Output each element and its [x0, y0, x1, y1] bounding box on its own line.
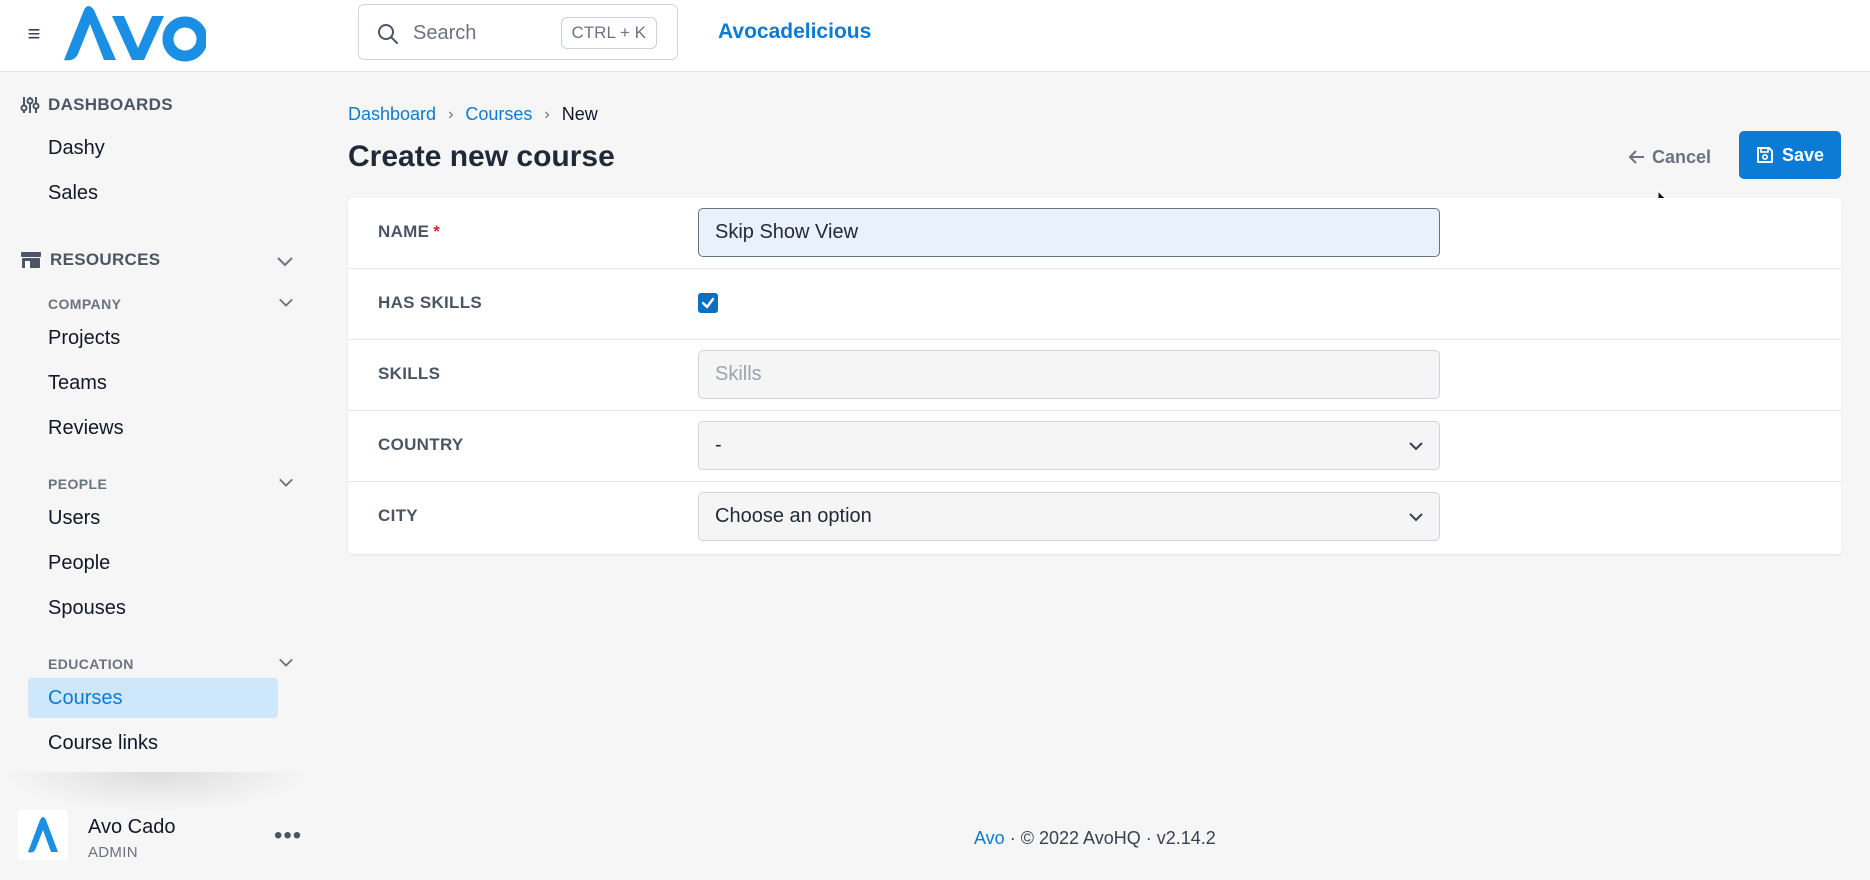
sidebar-item-teams[interactable]: Teams — [28, 363, 278, 403]
sidebar-divider-shadow — [0, 772, 310, 812]
breadcrumb-separator-icon: › — [448, 105, 454, 123]
page-title: Create new course — [348, 140, 615, 173]
country-select[interactable]: - — [698, 421, 1440, 470]
chevron-down-icon[interactable] — [278, 654, 294, 670]
footer-text: · © 2022 AvoHQ · v2.14.2 — [1004, 828, 1216, 848]
user-role: ADMIN — [88, 844, 138, 861]
country-label: COUNTRY — [378, 435, 464, 454]
dashboards-section-header: DASHBOARDS — [20, 92, 173, 118]
name-label: NAME * — [378, 222, 441, 241]
sidebar-item-reviews[interactable]: Reviews — [28, 408, 278, 448]
resources-section-header[interactable]: RESOURCES — [20, 247, 160, 273]
resources-label: RESOURCES — [50, 250, 161, 269]
skills-input[interactable]: Skills — [698, 350, 1440, 399]
breadcrumb-courses-link[interactable]: Courses — [465, 104, 532, 125]
chevron-down-icon[interactable] — [276, 252, 294, 270]
footer: Avo · © 2022 AvoHQ · v2.14.2 — [974, 828, 1216, 849]
chevron-down-icon[interactable] — [278, 474, 294, 490]
group-education-header: EDUCATION — [48, 656, 134, 672]
dashboards-label: DASHBOARDS — [48, 95, 173, 114]
cancel-button-label: Cancel — [1652, 146, 1712, 167]
breadcrumb-current: New — [561, 104, 598, 124]
dashboards-icon — [20, 97, 40, 113]
arrow-left-icon — [1628, 150, 1644, 164]
course-form: NAME * Skip Show View HAS SKILLS SKILLS S… — [348, 198, 1841, 554]
chevron-down-icon — [1409, 513, 1423, 522]
user-profile: Avo Cado ADMIN ••• — [18, 808, 308, 868]
form-row-country: COUNTRY - — [348, 411, 1841, 482]
save-icon — [1756, 147, 1773, 163]
form-row-city: CITY Choose an option — [348, 482, 1841, 553]
group-company-header: COMPANY — [48, 296, 122, 312]
sidebar: DASHBOARDS Dashy Sales RESOURCES COMPANY… — [0, 72, 310, 880]
user-name: Avo Cado — [88, 816, 176, 838]
top-bar: ≡ Search CTRL + K Avocadelicious — [0, 0, 1870, 72]
sidebar-item-courses[interactable]: Courses — [28, 678, 278, 718]
sidebar-item-course-links[interactable]: Course links — [28, 723, 278, 763]
app-name[interactable]: Avocadelicious — [718, 20, 871, 44]
avatar — [18, 810, 68, 860]
group-people-header: PEOPLE — [48, 476, 108, 492]
check-icon — [701, 297, 715, 309]
form-row-skills: SKILLS Skills — [348, 340, 1841, 411]
search-box[interactable]: Search CTRL + K — [358, 4, 678, 60]
skills-label: SKILLS — [378, 364, 441, 383]
city-label: CITY — [378, 506, 418, 525]
search-icon — [378, 24, 398, 44]
save-button[interactable]: Save — [1739, 131, 1841, 179]
chevron-down-icon[interactable] — [278, 294, 294, 310]
country-select-value: - — [715, 434, 722, 456]
sidebar-item-users[interactable]: Users — [28, 498, 278, 538]
sidebar-item-dashy[interactable]: Dashy — [28, 128, 278, 168]
hamburger-icon[interactable]: ≡ — [22, 22, 46, 46]
form-row-name: NAME * Skip Show View — [348, 198, 1841, 269]
chevron-down-icon — [1409, 442, 1423, 451]
footer-avo-link[interactable]: Avo — [974, 828, 1005, 848]
required-mark: * — [433, 222, 441, 241]
has-skills-checkbox[interactable] — [698, 293, 718, 313]
resources-icon — [21, 252, 41, 268]
more-dots-icon[interactable]: ••• — [274, 822, 302, 850]
search-placeholder: Search — [413, 22, 477, 44]
avo-logo[interactable] — [58, 2, 206, 64]
breadcrumb: Dashboard › Courses › New — [348, 104, 598, 125]
city-select[interactable]: Choose an option — [698, 492, 1440, 541]
save-button-label: Save — [1781, 144, 1825, 165]
name-input[interactable]: Skip Show View — [698, 208, 1440, 257]
form-row-has-skills: HAS SKILLS — [348, 269, 1841, 340]
sidebar-item-sales[interactable]: Sales — [28, 173, 278, 213]
search-shortcut: CTRL + K — [560, 17, 657, 49]
has-skills-label: HAS SKILLS — [378, 293, 483, 312]
city-select-value: Choose an option — [715, 505, 872, 527]
sidebar-item-projects[interactable]: Projects — [28, 318, 278, 358]
sidebar-item-spouses[interactable]: Spouses — [28, 588, 278, 628]
sidebar-item-people[interactable]: People — [28, 543, 278, 583]
breadcrumb-dashboard-link[interactable]: Dashboard — [348, 104, 436, 125]
cancel-button[interactable]: Cancel — [1628, 140, 1711, 174]
breadcrumb-separator-icon: › — [544, 105, 550, 123]
